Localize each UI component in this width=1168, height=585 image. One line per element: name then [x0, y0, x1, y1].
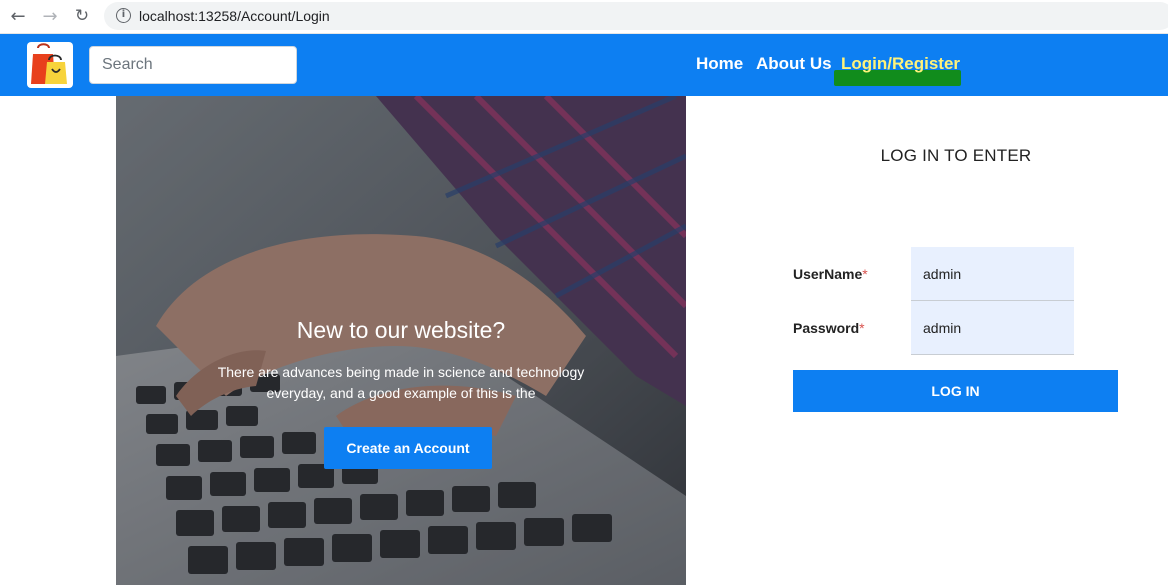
arrow-left-icon[interactable]: ←	[6, 5, 30, 27]
browser-toolbar: ← → ↻ i localhost:13258/Account/Login	[0, 0, 1168, 34]
url-text[interactable]: localhost:13258/Account/Login	[139, 8, 330, 24]
username-field[interactable]	[911, 247, 1074, 301]
nav-link-home[interactable]: Home	[696, 54, 743, 74]
nav-link-login-register[interactable]: Login/Register	[841, 54, 960, 74]
login-heading: LOG IN TO ENTER	[880, 146, 1032, 165]
shopping-bags-icon	[31, 43, 67, 84]
nav-link-about-us[interactable]: About Us	[756, 54, 832, 74]
login-button[interactable]: LOG IN	[793, 370, 1118, 412]
password-label: Password*	[793, 320, 865, 336]
password-field[interactable]	[911, 301, 1074, 355]
username-label: UserName*	[793, 266, 868, 282]
username-label-text: UserName	[793, 266, 863, 282]
info-circle-icon[interactable]: i	[116, 8, 131, 23]
search-input[interactable]	[89, 46, 297, 84]
logo[interactable]	[27, 42, 73, 88]
site-navbar: Home About Us Login/Register	[0, 34, 1168, 96]
required-mark: *	[859, 320, 865, 336]
password-label-text: Password	[793, 320, 860, 336]
hero-title: New to our website?	[296, 317, 506, 343]
arrow-right-icon[interactable]: →	[38, 5, 62, 27]
required-mark: *	[862, 266, 868, 282]
hero-description: There are advances being made in science…	[217, 364, 585, 401]
hero-panel: New to our website? There are advances b…	[116, 96, 686, 585]
create-account-button[interactable]: Create an Account	[324, 427, 492, 469]
address-bar[interactable]: i localhost:13258/Account/Login	[104, 2, 1168, 30]
reload-icon[interactable]: ↻	[70, 5, 94, 27]
